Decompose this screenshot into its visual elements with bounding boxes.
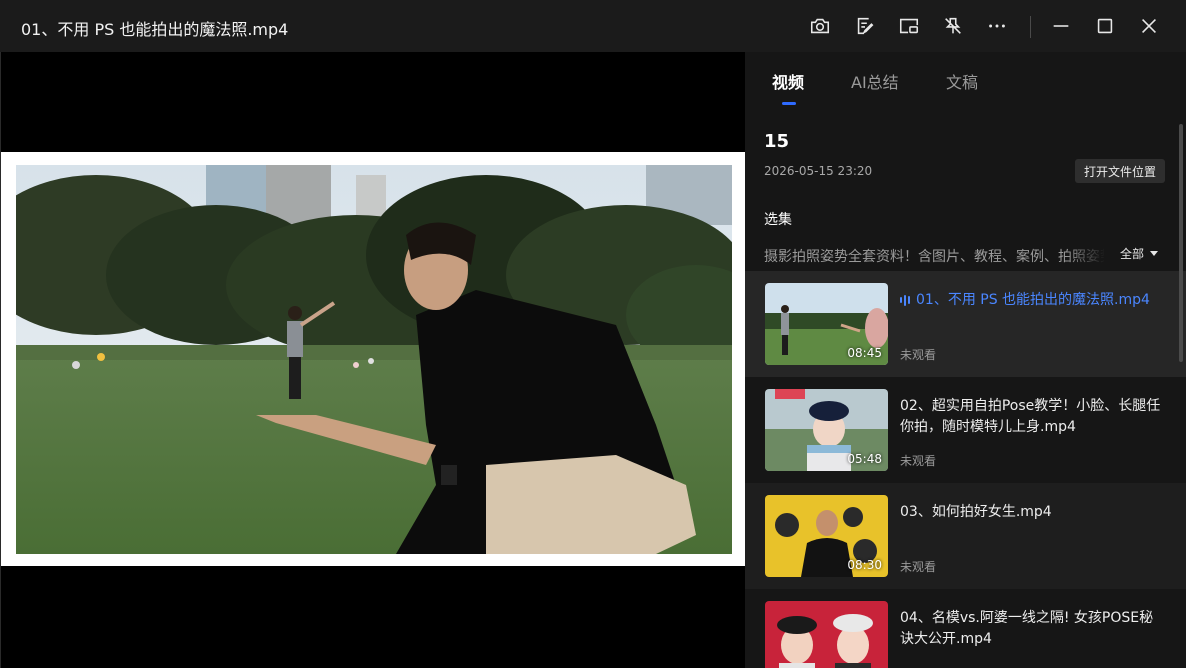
series-title: 摄影拍照姿势全套资料！含图片、教程、案例、拍照姿势 — [764, 249, 1104, 265]
episodes-label: 选集 — [764, 212, 792, 228]
sidebar-scrollbar[interactable] — [1179, 124, 1183, 362]
episode-item-4[interactable]: 04、名模vs.阿婆一线之隔! 女孩POSE秘诀大公开.mp4 — [745, 589, 1186, 668]
episode-thumbnail — [765, 601, 888, 668]
episode-status: 未观看 — [900, 348, 937, 362]
tab-ai-summary[interactable]: AI总结 — [851, 69, 899, 93]
episode-status: 未观看 — [900, 454, 937, 468]
active-tab-indicator — [782, 102, 796, 105]
episode-filter-label: 全部 — [1120, 247, 1145, 261]
video-date: 2026-05-15 23:20 — [764, 164, 873, 178]
episode-status: 未观看 — [900, 560, 937, 574]
tab-transcript[interactable]: 文稿 — [946, 69, 978, 93]
episode-title: 04、名模vs.阿婆一线之隔! 女孩POSE秘诀大公开.mp4 — [900, 610, 1154, 647]
episode-item-3[interactable]: 08:30 03、如何拍好女生.mp4 未观看 — [745, 483, 1186, 589]
video-player[interactable] — [0, 52, 746, 668]
now-playing-icon — [900, 293, 910, 307]
episode-item-1[interactable]: 08:45 01、不用 PS 也能拍出的魔法照.mp4 未观看 — [745, 271, 1186, 377]
close-icon[interactable] — [1136, 12, 1162, 40]
open-file-location-button[interactable]: 打开文件位置 — [1075, 159, 1165, 183]
episode-duration: 08:45 — [847, 346, 882, 360]
episode-item-2[interactable]: 05:48 02、超实用自拍Pose教学！小脸、长腿任你拍，随时模特儿上身.mp… — [745, 377, 1186, 483]
minimize-icon[interactable] — [1048, 12, 1074, 40]
edit-note-icon[interactable] — [852, 12, 878, 40]
sidebar-panel: 视频 AI总结 文稿 15 2026-05-15 23:20 打开文件位置 选集… — [745, 52, 1186, 668]
window-title: 01、不用 PS 也能拍出的魔法照.mp4 — [21, 20, 289, 39]
chevron-down-icon — [1150, 251, 1159, 256]
more-icon[interactable] — [984, 12, 1010, 40]
episode-title: 03、如何拍好女生.mp4 — [900, 504, 1052, 520]
episode-duration: 08:30 — [847, 558, 882, 572]
camera-icon[interactable] — [807, 12, 833, 40]
episode-title-text: 01、不用 PS 也能拍出的魔法照.mp4 — [916, 292, 1150, 308]
picture-in-picture-icon[interactable] — [896, 12, 922, 40]
episode-duration: 05:48 — [847, 452, 882, 466]
video-info-title: 15 — [764, 131, 790, 152]
tab-video[interactable]: 视频 — [772, 69, 804, 93]
maximize-icon[interactable] — [1092, 12, 1118, 40]
episode-filter-dropdown[interactable]: 全部 — [1120, 245, 1159, 262]
video-scene-image — [16, 165, 732, 554]
video-frame[interactable] — [1, 152, 746, 566]
episode-title: 01、不用 PS 也能拍出的魔法照.mp4 — [900, 290, 1162, 311]
no-pin-icon[interactable] — [940, 12, 966, 40]
toolbar-separator — [1030, 16, 1031, 38]
episode-thumbnail: 05:48 — [765, 389, 888, 471]
episode-thumbnail: 08:45 — [765, 283, 888, 365]
episode-thumbnail: 08:30 — [765, 495, 888, 577]
episode-title: 02、超实用自拍Pose教学！小脸、长腿任你拍，随时模特儿上身.mp4 — [900, 398, 1161, 435]
series-title-fade — [1065, 242, 1105, 268]
title-bar: 01、不用 PS 也能拍出的魔法照.mp4 — [0, 0, 1186, 52]
